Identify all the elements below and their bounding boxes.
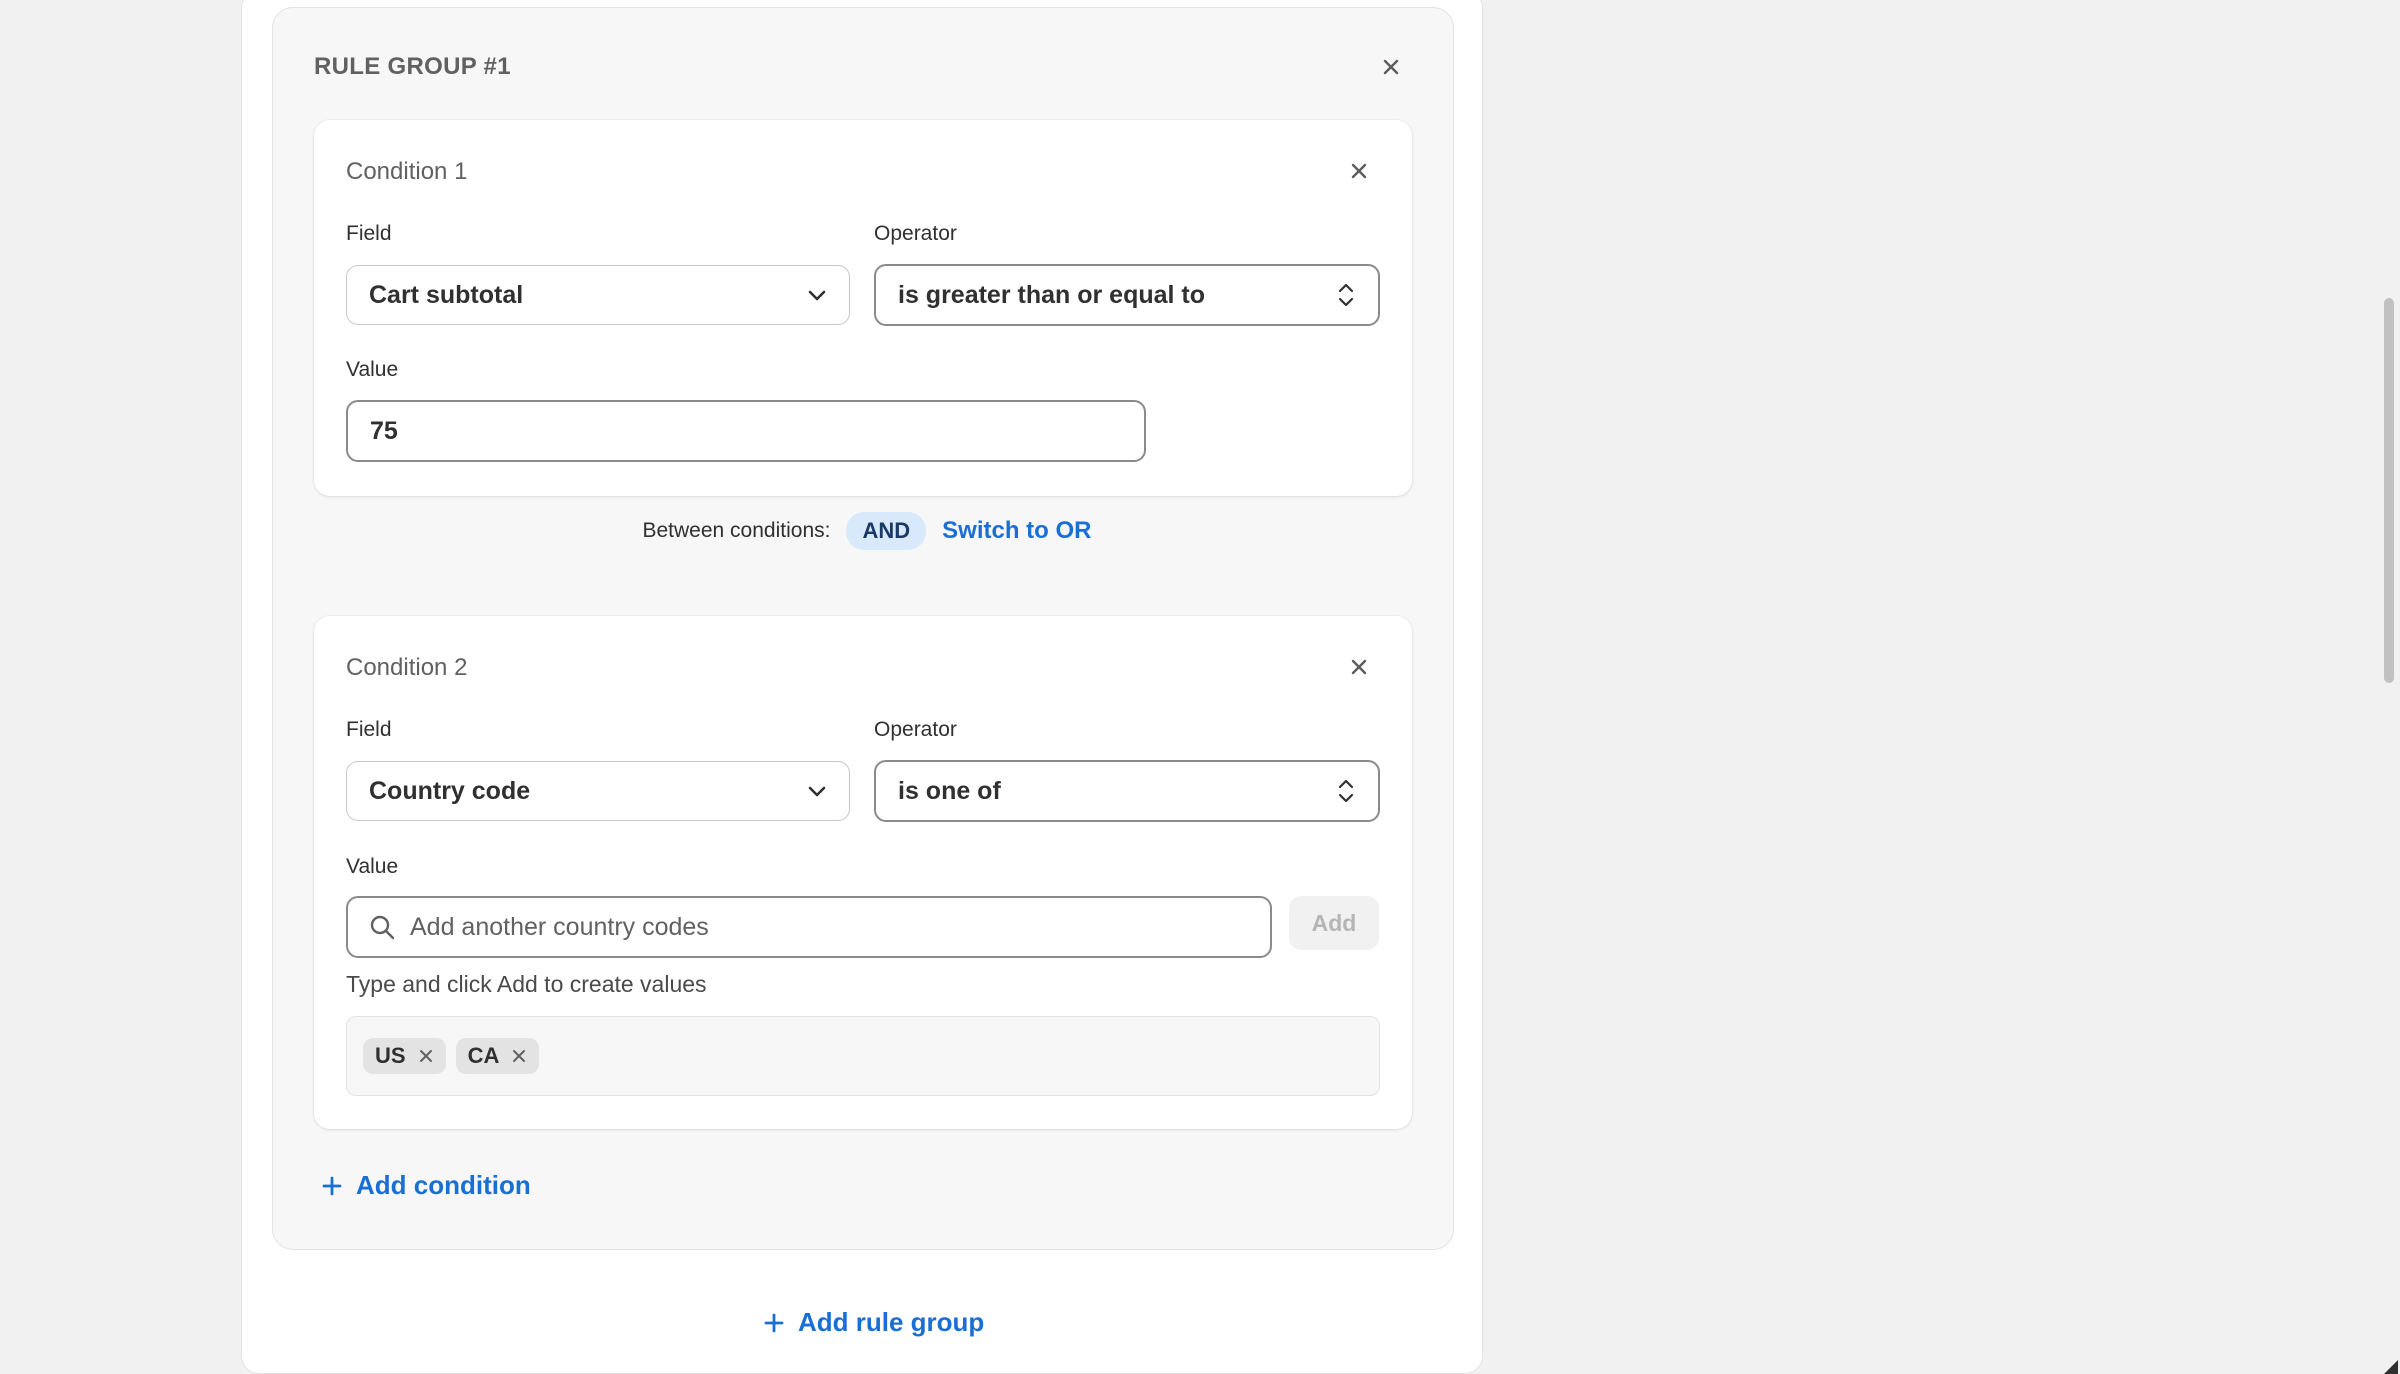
condition-1-operator-select[interactable]: is greater than or equal to: [874, 264, 1380, 326]
add-condition-label: Add condition: [356, 1170, 531, 1200]
helper-text: Type and click Add to create values: [346, 971, 707, 997]
switch-to-or-link[interactable]: Switch to OR: [942, 517, 1091, 545]
tag-label: US: [375, 1043, 406, 1068]
close-icon: [1351, 163, 1367, 179]
condition-2-title: Condition 2: [346, 654, 468, 681]
plus-icon: [322, 1176, 342, 1195]
search-icon: [370, 915, 395, 940]
scrollbar-track[interactable]: [2376, 0, 2400, 1374]
condition-2-operator-select[interactable]: is one of: [874, 760, 1380, 822]
condition-2-field-label: Field: [346, 718, 392, 741]
condition-1-title: Condition 1: [346, 158, 468, 185]
condition-1-value-text: 75: [370, 416, 398, 445]
condition-2-field-select[interactable]: Country code: [346, 761, 850, 821]
country-code-search-input[interactable]: Add another country codes: [346, 896, 1272, 958]
add-condition-button[interactable]: Add condition: [320, 1170, 531, 1201]
tag-label: CA: [467, 1043, 500, 1068]
resize-corner-icon: [2384, 1360, 2398, 1374]
selected-values-box: US CA: [346, 1016, 1380, 1096]
remove-tag-icon[interactable]: [511, 1048, 527, 1064]
remove-condition-1-button[interactable]: [1346, 158, 1372, 184]
condition-1-field-label: Field: [346, 222, 392, 245]
condition-2-value-label: Value: [346, 855, 399, 878]
rule-group-title: RULE GROUP #1: [314, 53, 511, 80]
value-tag: CA: [455, 1038, 540, 1074]
and-badge: AND: [846, 512, 927, 550]
remove-condition-2-button[interactable]: [1346, 654, 1372, 680]
remove-tag-icon[interactable]: [418, 1048, 434, 1064]
value-tag: US: [363, 1038, 446, 1074]
close-icon: [1383, 59, 1399, 75]
condition-1-value-label: Value: [346, 358, 399, 381]
close-icon: [1351, 659, 1367, 675]
condition-1-operator-label: Operator: [874, 222, 957, 245]
select-updown-icon: [1338, 779, 1354, 803]
between-conditions-label: Between conditions:: [642, 519, 831, 542]
condition-1-field-value: Cart subtotal: [369, 280, 524, 309]
add-rule-group-label: Add rule group: [798, 1307, 985, 1337]
condition-1-value-input[interactable]: 75: [346, 400, 1146, 462]
condition-2-operator-label: Operator: [874, 718, 957, 741]
condition-1-operator-value: is greater than or equal to: [898, 280, 1206, 309]
add-rule-group-button[interactable]: Add rule group: [762, 1307, 984, 1338]
chevron-down-icon: [808, 786, 826, 797]
plus-icon: [764, 1313, 784, 1332]
chevron-down-icon: [808, 290, 826, 301]
condition-2-field-value: Country code: [369, 776, 531, 805]
scrollbar-thumb[interactable]: [2384, 298, 2394, 683]
search-placeholder: Add another country codes: [410, 912, 709, 941]
between-conditions-row: Between conditions: AND Switch to OR: [0, 512, 1734, 550]
remove-rule-group-button[interactable]: [1378, 54, 1404, 80]
select-updown-icon: [1338, 283, 1354, 307]
add-value-button[interactable]: Add: [1289, 896, 1379, 950]
condition-1-field-select[interactable]: Cart subtotal: [346, 265, 850, 325]
condition-2-operator-value: is one of: [898, 776, 1001, 805]
